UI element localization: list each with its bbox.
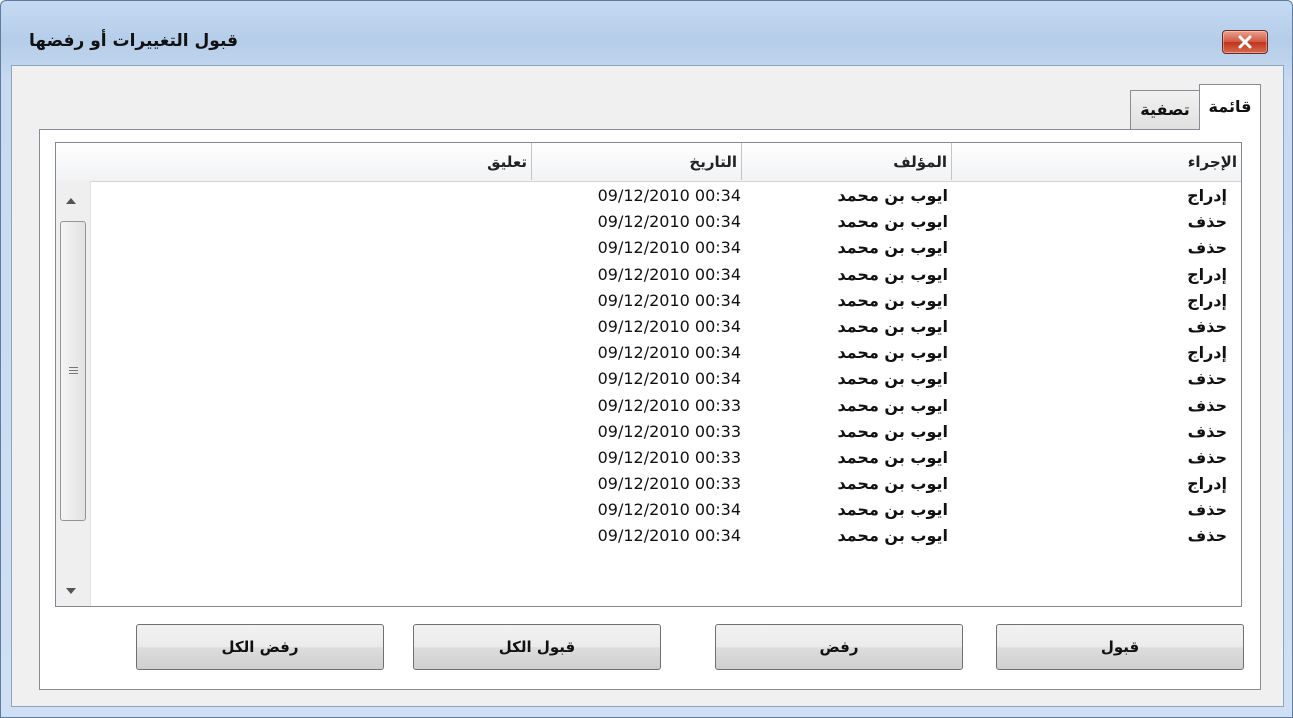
accept-all-button[interactable]: قبول الكل: [413, 624, 661, 670]
reject-button[interactable]: رفض: [715, 624, 963, 670]
column-header-comment[interactable]: تعليق: [56, 143, 531, 180]
scrollbar-thumb[interactable]: [60, 221, 86, 521]
table-row[interactable]: حذف ايوب بن محمد 09/12/2010 00:34: [56, 497, 1241, 523]
table-row[interactable]: حذف ايوب بن محمد 09/12/2010 00:34: [56, 209, 1241, 235]
dialog-client-area: تصفية قائمة الإجراء المؤلف التاريخ تعليق…: [11, 65, 1284, 707]
table-row[interactable]: حذف ايوب بن محمد 09/12/2010 00:33: [56, 393, 1241, 419]
vertical-scrollbar[interactable]: [56, 181, 91, 606]
table-row[interactable]: حذف ايوب بن محمد 09/12/2010 00:34: [56, 523, 1241, 549]
column-header-date[interactable]: التاريخ: [531, 143, 741, 180]
title-bar[interactable]: قبول التغييرات أو رفضها: [1, 1, 1292, 63]
column-header-author[interactable]: المؤلف: [741, 143, 951, 180]
close-icon: [1238, 35, 1252, 49]
table-row[interactable]: إدراج ايوب بن محمد 09/12/2010 00:34: [56, 340, 1241, 366]
reject-all-button[interactable]: رفض الكل: [136, 624, 384, 670]
table-row[interactable]: إدراج ايوب بن محمد 09/12/2010 00:33: [56, 471, 1241, 497]
changes-list[interactable]: الإجراء المؤلف التاريخ تعليق إدراج ايوب ب…: [55, 142, 1242, 607]
arrow-up-icon[interactable]: [66, 198, 76, 204]
table-row[interactable]: إدراج ايوب بن محمد 09/12/2010 00:34: [56, 288, 1241, 314]
change-rows: إدراج ايوب بن محمد 09/12/2010 00:34 حذف ايو…: [56, 183, 1241, 550]
arrow-down-icon[interactable]: [66, 588, 76, 594]
table-row[interactable]: حذف ايوب بن محمد 09/12/2010 00:33: [56, 445, 1241, 471]
tab-list[interactable]: قائمة: [1199, 84, 1261, 130]
table-row[interactable]: حذف ايوب بن محمد 09/12/2010 00:34: [56, 366, 1241, 392]
table-row[interactable]: حذف ايوب بن محمد 09/12/2010 00:34: [56, 235, 1241, 261]
table-row[interactable]: حذف ايوب بن محمد 09/12/2010 00:33: [56, 419, 1241, 445]
table-row[interactable]: إدراج ايوب بن محمد 09/12/2010 00:34: [56, 183, 1241, 209]
column-header-action[interactable]: الإجراء: [951, 143, 1241, 180]
tab-filter[interactable]: تصفية: [1130, 90, 1200, 129]
close-button[interactable]: [1222, 30, 1268, 54]
column-headers: الإجراء المؤلف التاريخ تعليق: [56, 143, 1241, 182]
window-title: قبول التغييرات أو رفضها: [29, 31, 239, 51]
grip-icon: [69, 367, 78, 376]
table-row[interactable]: إدراج ايوب بن محمد 09/12/2010 00:34: [56, 262, 1241, 288]
accept-button[interactable]: قبول: [996, 624, 1244, 670]
table-row[interactable]: حذف ايوب بن محمد 09/12/2010 00:34: [56, 314, 1241, 340]
dialog-window: قبول التغييرات أو رفضها تصفية قائمة الإج…: [0, 0, 1293, 718]
